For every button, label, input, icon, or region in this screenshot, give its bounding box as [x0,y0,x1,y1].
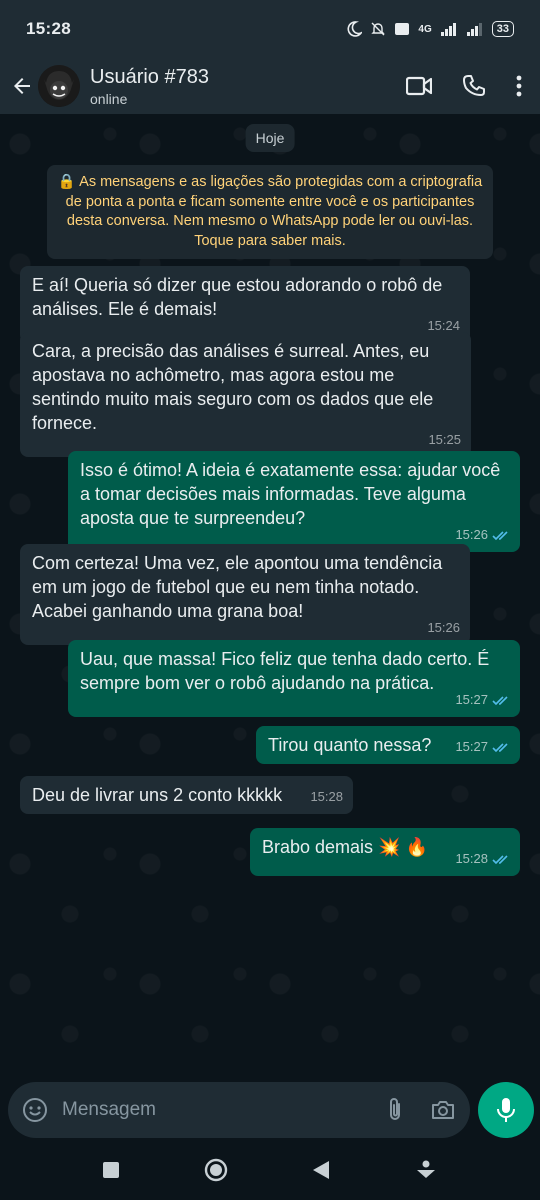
double-check-read-icon [492,742,508,752]
message-outgoing[interactable]: Uau, que massa! Fico feliz que tenha dad… [68,640,520,717]
message-time: 15:28 [310,789,343,804]
status-icons: 4G 33 [346,21,514,37]
assistant-icon[interactable] [414,1158,438,1182]
camera-icon[interactable] [430,1099,456,1121]
composer-actions [386,1097,456,1123]
message-text: Cara, a precisão das análises é surreal.… [32,341,434,433]
message-meta: 15:28 [455,847,510,871]
volte-icon [395,23,410,35]
message-time: 15:25 [428,432,461,447]
message-meta: 15:28 [310,785,343,809]
emoji-icon[interactable] [22,1097,48,1123]
message-meta: 15:27 [455,688,510,712]
presence-status: online [90,90,128,107]
video-call-icon[interactable] [406,76,432,96]
message-meta: 15:25 [428,428,461,452]
message-meta: 15:26 [427,616,460,640]
chat-area[interactable]: Hoje 🔒 As mensagens e as ligações são pr… [0,114,540,1076]
signal-icon-2 [466,23,482,36]
arrow-left-icon[interactable] [10,74,34,98]
recents-square-icon[interactable] [102,1161,120,1179]
message-outgoing[interactable]: Isso é ótimo! A ideia é exatamente essa:… [68,451,520,552]
network-type: 4G [418,23,432,35]
message-text: Brabo demais 💥 🔥 [262,837,428,857]
double-check-read-icon [492,530,508,540]
message-incoming[interactable]: Cara, a precisão das análises é surreal.… [20,332,471,457]
header-actions [406,74,530,98]
date-chip: Hoje [245,124,295,152]
mic-button[interactable] [478,1082,534,1138]
message-incoming[interactable]: Com certeza! Uma vez, ele apontou uma te… [20,544,470,645]
message-text: E aí! Queria só dizer que estou adorando… [32,275,443,319]
message-time: 15:28 [455,851,488,866]
contact-info[interactable]: Usuário #783 online [90,66,209,107]
message-time: 15:27 [455,739,488,754]
home-circle-icon[interactable] [204,1158,228,1182]
back-triangle-icon[interactable] [312,1160,330,1180]
status-bar: 15:28 4G 33 [0,0,540,58]
message-composer[interactable]: Mensagem [8,1082,470,1138]
message-outgoing[interactable]: Brabo demais 💥 🔥 15:28 [250,828,520,876]
status-time: 15:28 [26,19,71,38]
message-text: Com certeza! Uma vez, ele apontou uma te… [32,553,443,621]
dnd-moon-icon [347,21,363,37]
double-check-read-icon [492,854,508,864]
encryption-notice[interactable]: 🔒 As mensagens e as ligações são protegi… [47,165,493,259]
message-text: Tirou quanto nessa? [268,735,432,755]
more-vert-icon[interactable] [516,75,522,97]
battery-indicator: 33 [491,21,514,37]
microphone-icon [497,1098,515,1122]
paperclip-icon[interactable] [386,1097,404,1123]
message-text: Isso é ótimo! A ideia é exatamente essa:… [80,460,501,528]
avatar-image [38,65,80,107]
double-check-read-icon [492,695,508,705]
message-outgoing[interactable]: Tirou quanto nessa? 15:27 [256,726,520,764]
message-text: Uau, que massa! Fico feliz que tenha dad… [80,649,490,693]
mute-bell-icon [371,22,386,36]
message-time: 15:27 [455,692,488,707]
contact-name: Usuário #783 [90,65,209,88]
message-text: Deu de livrar uns 2 conto kkkkk [32,785,283,805]
message-meta: 15:27 [455,735,510,759]
chat-header: Usuário #783 online [0,58,540,114]
avatar[interactable] [38,65,80,107]
message-input[interactable]: Mensagem [62,1099,156,1121]
message-incoming[interactable]: Deu de livrar uns 2 conto kkkkk 15:28 [20,776,353,814]
system-nav-bar [0,1140,540,1200]
message-time: 15:26 [427,620,460,635]
signal-icon-1 [440,23,456,36]
phone-icon[interactable] [462,74,486,98]
